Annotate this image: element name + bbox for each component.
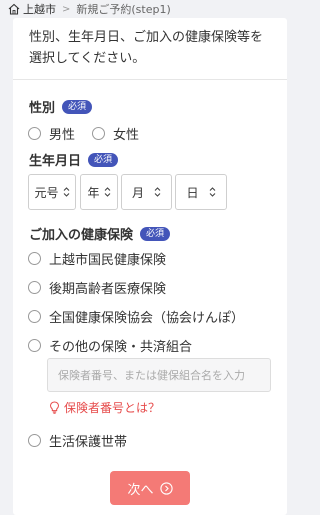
select-value: 日 xyxy=(186,185,199,200)
arrow-right-circle-icon xyxy=(159,481,173,495)
birthdate-label: 生年月日 xyxy=(29,154,82,169)
radio-circle[interactable] xyxy=(28,252,41,265)
chevron-updown-icon xyxy=(209,187,215,197)
gender-option-label: 男性 xyxy=(49,128,76,143)
radio-circle[interactable] xyxy=(92,127,106,140)
insurer-number-help-link[interactable]: 保険者番号とは？ xyxy=(49,399,160,416)
insurance-option-welfare[interactable]: 生活保護世帯 xyxy=(28,431,127,450)
gender-label: 性別 xyxy=(29,101,56,116)
form-card: 性別、生年月日、ご加入の健康保険等を選択してください。 性別 必須 男性 女性 … xyxy=(13,18,287,515)
lightbulb-icon xyxy=(49,401,60,414)
insurance-option-kyokai[interactable]: 全国健康保険協会（協会けんぽ） xyxy=(28,307,244,326)
year-select[interactable]: 年 xyxy=(80,174,118,210)
select-value: 年 xyxy=(87,185,100,200)
insurance-option-label: 全国健康保険協会（協会けんぽ） xyxy=(49,311,245,326)
radio-circle[interactable] xyxy=(28,127,41,140)
insurance-option-elderly[interactable]: 後期高齢者医療保険 xyxy=(28,278,166,297)
radio-circle[interactable] xyxy=(28,310,41,323)
insurance-option-label: 後期高齢者医療保険 xyxy=(49,282,167,297)
select-value: 月 xyxy=(131,185,144,200)
radio-circle[interactable] xyxy=(28,281,41,294)
select-value: 元号 xyxy=(34,185,59,200)
insurance-option-label: 上越市国民健康保険 xyxy=(49,253,167,268)
chevron-updown-icon xyxy=(104,187,110,197)
required-badge: 必須 xyxy=(88,152,119,167)
required-badge: 必須 xyxy=(62,99,93,114)
chevron-updown-icon xyxy=(154,187,161,197)
home-icon[interactable] xyxy=(8,3,20,15)
gender-label-row: 性別 必須 xyxy=(29,97,93,116)
chevron-right-icon: > xyxy=(62,3,71,15)
gender-option-male[interactable]: 男性 xyxy=(28,124,75,143)
next-button[interactable]: 次へ xyxy=(110,471,190,505)
insurance-option-national[interactable]: 上越市国民健康保険 xyxy=(28,249,166,268)
insurance-option-label: その他の保険・共済組合 xyxy=(49,340,193,355)
gender-option-label: 女性 xyxy=(113,128,140,143)
birthdate-label-row: 生年月日 必須 xyxy=(29,150,119,169)
day-select[interactable]: 日 xyxy=(175,174,227,210)
era-select[interactable]: 元号 xyxy=(28,174,76,210)
insurer-number-input[interactable] xyxy=(47,358,271,392)
breadcrumb-home-link[interactable]: 上越市 xyxy=(23,1,56,17)
gender-options: 男性 女性 xyxy=(28,124,156,143)
breadcrumb: 上越市 > 新規ご予約(step1) xyxy=(0,0,300,18)
next-button-label: 次へ xyxy=(127,482,154,498)
intro-text: 性別、生年月日、ご加入の健康保険等を選択してください。 xyxy=(13,18,287,80)
breadcrumb-current: 新規ご予約(step1) xyxy=(76,3,171,16)
required-badge: 必須 xyxy=(140,226,171,241)
radio-circle[interactable] xyxy=(28,434,41,447)
insurance-option-other[interactable]: その他の保険・共済組合 xyxy=(28,336,192,355)
insurance-label: ご加入の健康保険 xyxy=(29,228,134,243)
insurance-label-row: ご加入の健康保険 必須 xyxy=(29,224,171,243)
radio-circle[interactable] xyxy=(28,339,41,352)
gender-option-female[interactable]: 女性 xyxy=(92,124,139,143)
help-link-label[interactable]: 保険者番号とは？ xyxy=(64,399,160,416)
insurance-option-label: 生活保護世帯 xyxy=(49,435,128,450)
chevron-updown-icon xyxy=(63,187,69,197)
month-select[interactable]: 月 xyxy=(121,174,172,210)
